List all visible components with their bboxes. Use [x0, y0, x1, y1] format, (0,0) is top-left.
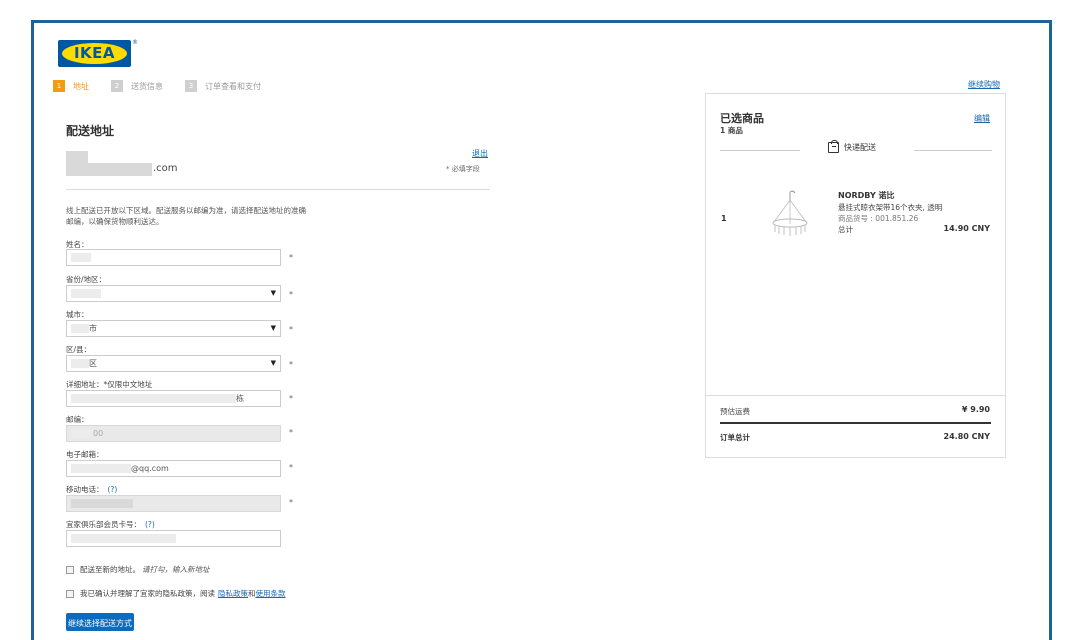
address-value: 栋 [236, 394, 244, 403]
and-text: 和 [248, 589, 256, 598]
address-label: 详细地址：*仅限中文地址 [66, 380, 153, 389]
member-card-field[interactable] [66, 530, 281, 547]
required-star: * [289, 463, 293, 472]
divider [720, 422, 991, 424]
shipping-method: 快递配送 [828, 140, 876, 153]
cart-item-count: 1 商品 [720, 126, 743, 135]
order-total-value: 24.80 CNY [943, 432, 990, 441]
required-star: * [289, 253, 293, 262]
ikea-logo[interactable]: IKEA [58, 40, 131, 67]
required-star: * [289, 360, 293, 369]
chevron-down-icon: ▼ [270, 324, 276, 332]
required-fields-note: * 必填字段 [446, 165, 480, 173]
divider [66, 189, 490, 190]
city-value: 市 [89, 324, 97, 333]
email-value: @qq.com [131, 464, 169, 473]
name-field[interactable] [66, 249, 281, 266]
terms-of-use-link[interactable]: 使用条款 [256, 588, 286, 599]
chevron-down-icon: ▼ [270, 289, 276, 297]
logo-registered-mark: ® [132, 39, 138, 46]
continue-shopping-link[interactable]: 继续购物 [968, 79, 1000, 90]
step-review-pay: 3 订单查看和支付 [185, 80, 261, 92]
product-description: 悬挂式晾衣架带16个衣夹, 透明 [838, 203, 943, 212]
phone-field[interactable] [66, 495, 281, 512]
product-sku: 商品货号 : 001.851.26 [838, 214, 919, 223]
account-email-suffix: .com [153, 163, 178, 174]
new-address-checkbox[interactable] [66, 565, 74, 574]
privacy-consent-option[interactable]: 我已确认并理解了宜家的隐私政策，阅读 隐私政策 和 使用条款 [66, 588, 286, 599]
product-image [772, 190, 808, 236]
item-quantity: 1 [721, 214, 727, 223]
email-field[interactable]: @qq.com [66, 460, 281, 477]
cart-summary: 已选商品 1 商品 编辑 快递配送 1 NORDBY 诺比 悬挂式晾衣架带16个… [705, 93, 1006, 458]
member-help-link[interactable]: (?) [145, 520, 155, 529]
cart-title: 已选商品 [720, 112, 764, 125]
phone-help-link[interactable]: (?) [108, 485, 118, 494]
privacy-policy-link[interactable]: 隐私政策 [218, 588, 248, 599]
continue-delivery-button[interactable]: 继续选择配送方式 [66, 613, 134, 631]
checkout-steps: 1 地址 2 送货信息 3 订单查看和支付 [53, 79, 283, 93]
city-label: 城市： [66, 310, 89, 319]
divider [706, 395, 1005, 396]
step-number: 2 [111, 80, 123, 92]
district-label: 区/县： [66, 345, 92, 354]
step-address: 1 地址 [53, 80, 89, 92]
district-select[interactable]: 区 ▼ [66, 355, 281, 372]
product-name: NORDBY 诺比 [838, 191, 895, 200]
chevron-down-icon: ▼ [270, 359, 276, 367]
zip-label: 邮编： [66, 415, 89, 424]
district-value: 区 [89, 359, 97, 368]
province-label: 省份/地区： [66, 275, 107, 284]
shipping-method-label: 快递配送 [844, 143, 876, 152]
item-total-label: 总计 [838, 225, 853, 234]
zip-field[interactable]: 00 [66, 425, 281, 442]
redacted-account-email [66, 163, 152, 176]
phone-label: 移动电话： (?) [66, 485, 118, 494]
new-address-option[interactable]: 配送至新的地址。 请打勾，输入新地址 [66, 564, 210, 575]
package-icon [828, 140, 839, 153]
divider [720, 150, 800, 151]
email-label: 电子邮箱： [66, 450, 104, 459]
step-delivery-info: 2 送货信息 [111, 80, 163, 92]
redacted-account-name [66, 151, 88, 163]
new-address-label: 配送至新的地址。 [80, 565, 140, 574]
member-card-label: 宜家俱乐部会员卡号： (?) [66, 520, 155, 529]
province-select[interactable]: ▼ [66, 285, 281, 302]
address-field[interactable]: 栋 [66, 390, 281, 407]
required-star: * [289, 325, 293, 334]
shipping-fee-value: ¥ 9.90 [961, 405, 990, 414]
order-total-label: 订单总计 [720, 433, 750, 442]
delivery-notice: 线上配送已开放以下区域。配送服务以邮编为准，请选择配送地址的准确邮编，以确保货物… [66, 206, 306, 226]
logo-text: IKEA [73, 44, 116, 62]
step-number: 1 [53, 80, 65, 92]
logout-link[interactable]: 退出 [472, 148, 488, 159]
page-title: 配送地址 [66, 124, 115, 138]
new-address-hint: 请打勾，输入新地址 [142, 565, 210, 574]
required-star: * [289, 428, 293, 437]
required-star: * [289, 394, 293, 403]
city-select[interactable]: 市 ▼ [66, 320, 281, 337]
zip-value: 00 [93, 429, 104, 438]
step-label: 送货信息 [131, 81, 163, 91]
divider [914, 150, 992, 151]
required-star: * [289, 290, 293, 299]
shipping-fee-label: 预估运费 [720, 407, 750, 416]
required-star: * [289, 498, 293, 507]
step-label: 地址 [73, 81, 89, 91]
privacy-text: 我已确认并理解了宜家的隐私政策，阅读 [80, 589, 215, 598]
item-total-value: 14.90 CNY [943, 224, 990, 233]
step-number: 3 [185, 80, 197, 92]
step-label: 订单查看和支付 [205, 81, 261, 91]
cart-edit-link[interactable]: 编辑 [974, 113, 990, 124]
privacy-checkbox[interactable] [66, 589, 74, 598]
